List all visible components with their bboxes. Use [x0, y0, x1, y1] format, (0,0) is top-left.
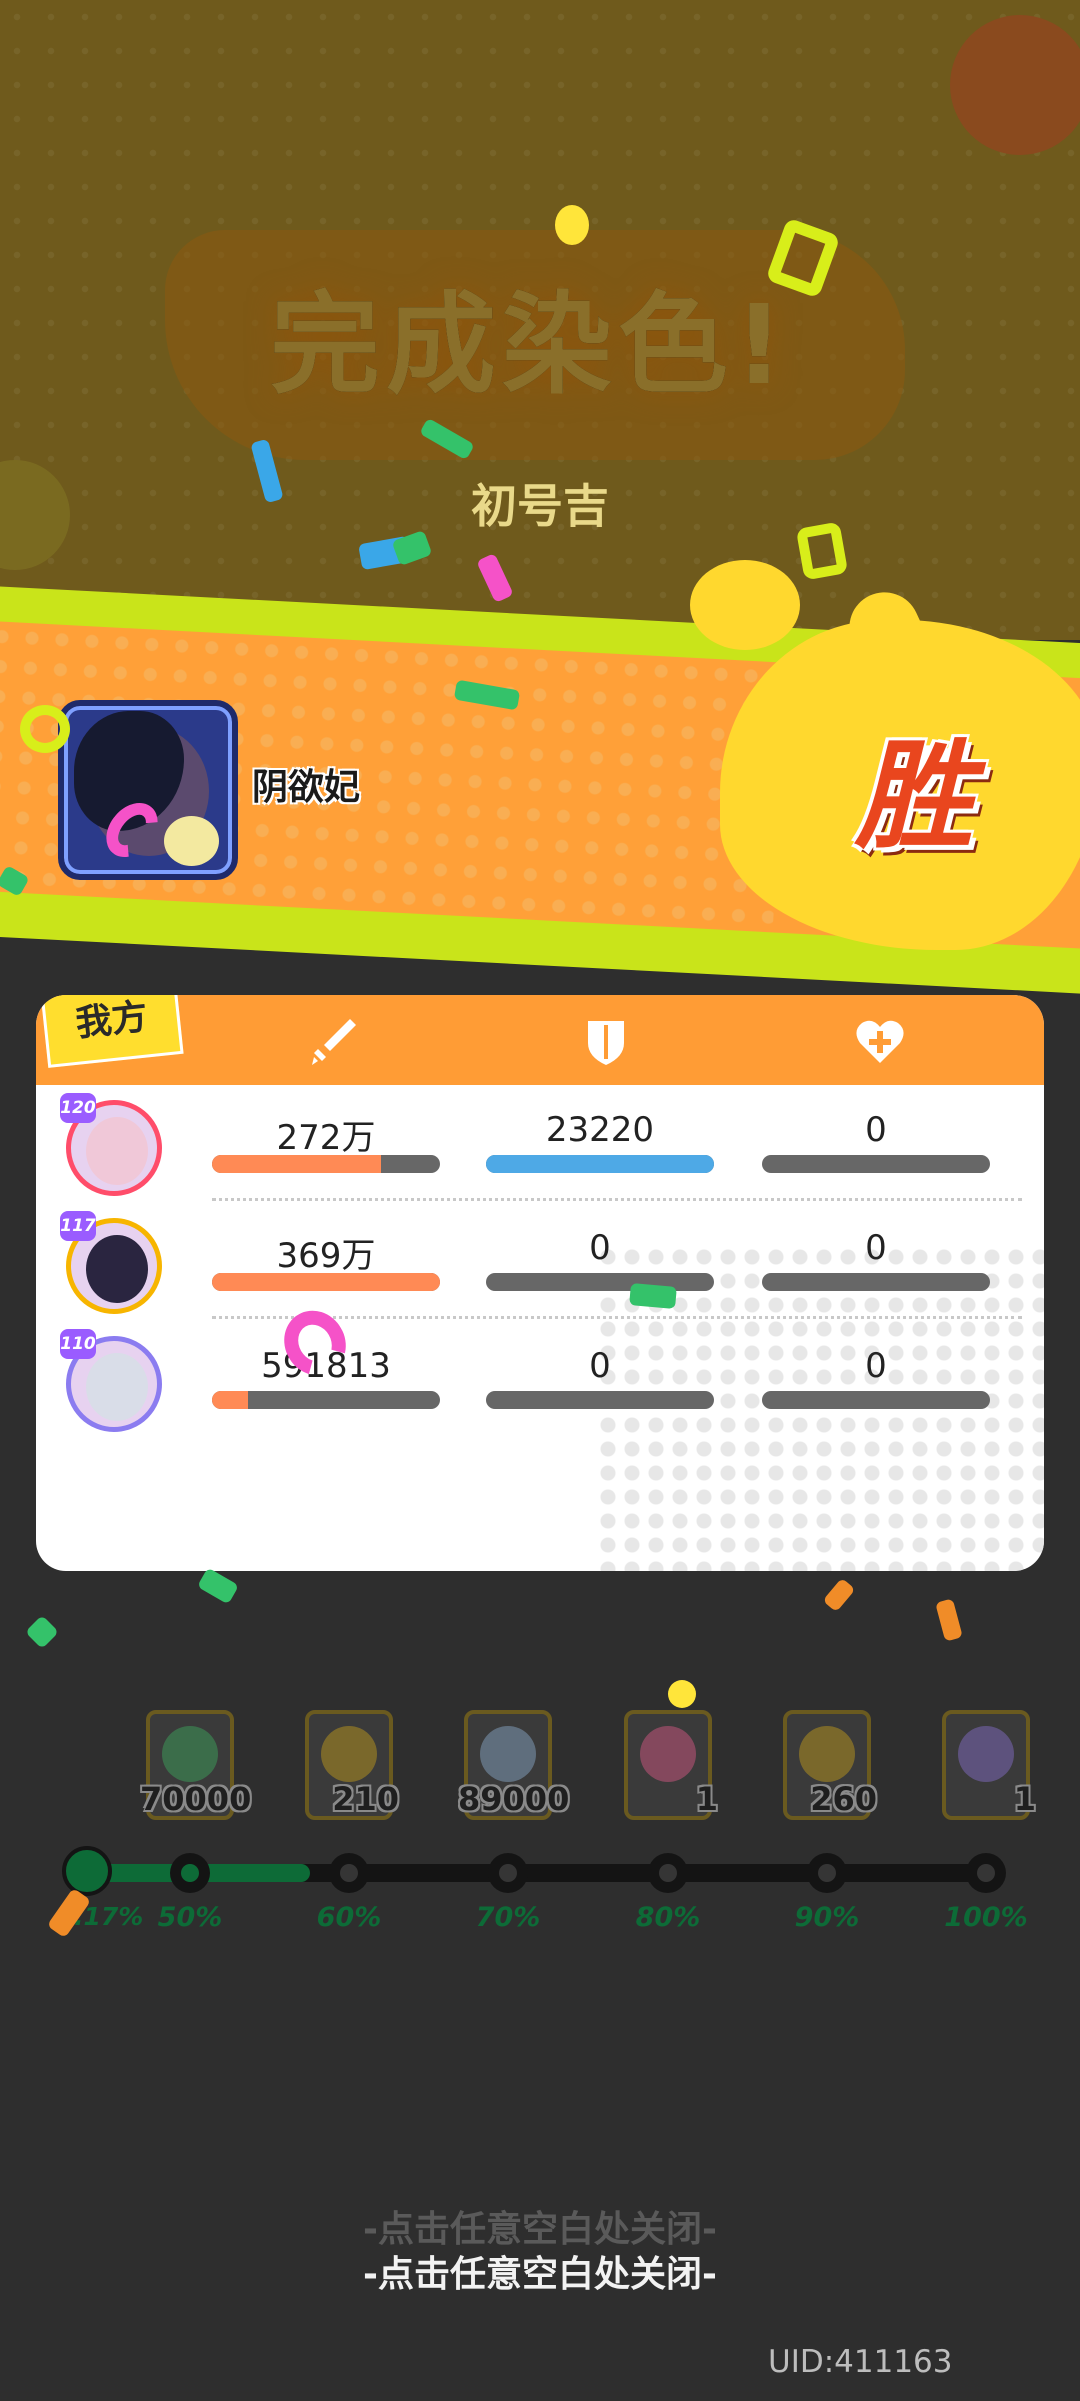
damage-bar-fill: [212, 1391, 249, 1409]
victory-splash: [690, 560, 800, 650]
reward-quantity: 210: [332, 1780, 399, 1818]
healing-bar: [762, 1155, 990, 1173]
confetti: [822, 1577, 856, 1613]
healing-value: 0: [865, 1346, 887, 1386]
sword-icon: [312, 1019, 356, 1065]
milestone-node: [488, 1853, 528, 1893]
player-avatar: [58, 700, 238, 880]
damage-taken-bar: [486, 1273, 714, 1291]
healing-stat: 0: [762, 1085, 990, 1203]
reward-item[interactable]: 260: [783, 1710, 877, 1820]
hero-stat-row: 110 591813 0 0: [36, 1321, 1044, 1439]
confetti: [629, 1283, 677, 1309]
reward-item[interactable]: 70000: [140, 1710, 251, 1820]
milestone-label: 60%: [316, 1902, 382, 1933]
damage-taken-stat: 0: [486, 1321, 714, 1439]
coin-icon: [799, 1726, 855, 1782]
victory-label: 胜: [855, 727, 974, 865]
hero-level-badge: 117: [60, 1211, 96, 1241]
heart-icon: [856, 1020, 904, 1063]
healing-value: 0: [865, 1110, 887, 1150]
reward-item[interactable]: 210: [305, 1710, 399, 1820]
reward-quantity: 1: [1013, 1780, 1036, 1818]
checked-chest-icon: [162, 1726, 218, 1782]
milestone-node: [648, 1853, 688, 1893]
damage-taken-value: 0: [589, 1346, 611, 1386]
reward-item[interactable]: 1: [624, 1710, 718, 1820]
healing-bar: [762, 1273, 990, 1291]
close-prompt[interactable]: -点击任意空白处关闭-: [0, 2245, 1080, 2297]
confetti: [795, 521, 849, 581]
reward-quantity: 260: [810, 1780, 877, 1818]
damage-bar-fill: [212, 1155, 381, 1173]
reward-item[interactable]: 1: [942, 1710, 1036, 1820]
damage-stat: 272万: [212, 1085, 440, 1203]
confetti: [668, 1680, 696, 1708]
damage-bar: [212, 1391, 440, 1409]
damage-taken-stat: 23220: [486, 1085, 714, 1203]
milestone-node: [966, 1853, 1006, 1893]
planet-decoration: [950, 15, 1080, 155]
confetti: [196, 1567, 240, 1605]
confetti: [20, 705, 70, 753]
ticket-icon: [958, 1726, 1014, 1782]
healing-bar: [762, 1391, 990, 1409]
damage-taken-bar: [486, 1391, 714, 1409]
milestone-node: [329, 1853, 369, 1893]
milestone-node: [170, 1853, 210, 1893]
milestone-label: 80%: [635, 1902, 701, 1933]
milestone-label: 70%: [475, 1902, 541, 1933]
player-name: 阴欲妃: [252, 767, 361, 808]
damage-bar: [212, 1155, 440, 1173]
team-stats-panel: 我方 120 272万 23220 0 117 369万 0 0 110 591813 0 0: [36, 995, 1044, 1571]
hero-level-badge: 110: [60, 1329, 96, 1359]
paint-tube-icon: [480, 1726, 536, 1782]
damage-bar: [212, 1273, 440, 1291]
damage-taken-bar: [486, 1155, 714, 1173]
pet-badge-icon: [164, 816, 219, 866]
healing-stat: 0: [762, 1203, 990, 1321]
damage-value: 272万: [276, 1118, 376, 1158]
current-progress-marker: [62, 1846, 112, 1896]
damage-taken-value: 0: [589, 1228, 611, 1268]
result-headline: 完成染色!: [269, 281, 791, 409]
hero-level-badge: 120: [60, 1093, 96, 1123]
damage-taken-value: 23220: [545, 1110, 655, 1150]
damage-bar-fill: [212, 1273, 440, 1291]
milestone-node: [807, 1853, 847, 1893]
healing-value: 0: [865, 1228, 887, 1268]
reward-quantity: 1: [695, 1780, 718, 1818]
confetti: [935, 1598, 963, 1642]
confetti: [555, 205, 589, 245]
enemy-name: 初号吉: [471, 479, 609, 533]
shield-icon: [588, 1021, 624, 1065]
gift-box-icon: [640, 1726, 696, 1782]
reward-quantity: 89000: [458, 1780, 570, 1818]
hero-stat-row: 117 369万 0 0: [36, 1203, 1044, 1321]
milestone-label: 90%: [794, 1902, 860, 1933]
damage-stat: 369万: [212, 1203, 440, 1321]
reward-item[interactable]: 89000: [458, 1710, 569, 1820]
healing-stat: 0: [762, 1321, 990, 1439]
coin-icon: [321, 1726, 377, 1782]
confetti: [25, 1615, 59, 1649]
damage-taken-bar-fill: [486, 1155, 714, 1173]
damage-value: 369万: [276, 1236, 376, 1276]
user-id: UID:411163: [768, 2344, 953, 2380]
damage-taken-stat: 0: [486, 1203, 714, 1321]
row-divider: [212, 1198, 1022, 1201]
milestone-label: 50%: [157, 1902, 223, 1933]
hero-stat-row: 120 272万 23220 0: [36, 1085, 1044, 1203]
milestone-label: 100%: [944, 1902, 1028, 1933]
reward-quantity: 70000: [140, 1780, 252, 1818]
